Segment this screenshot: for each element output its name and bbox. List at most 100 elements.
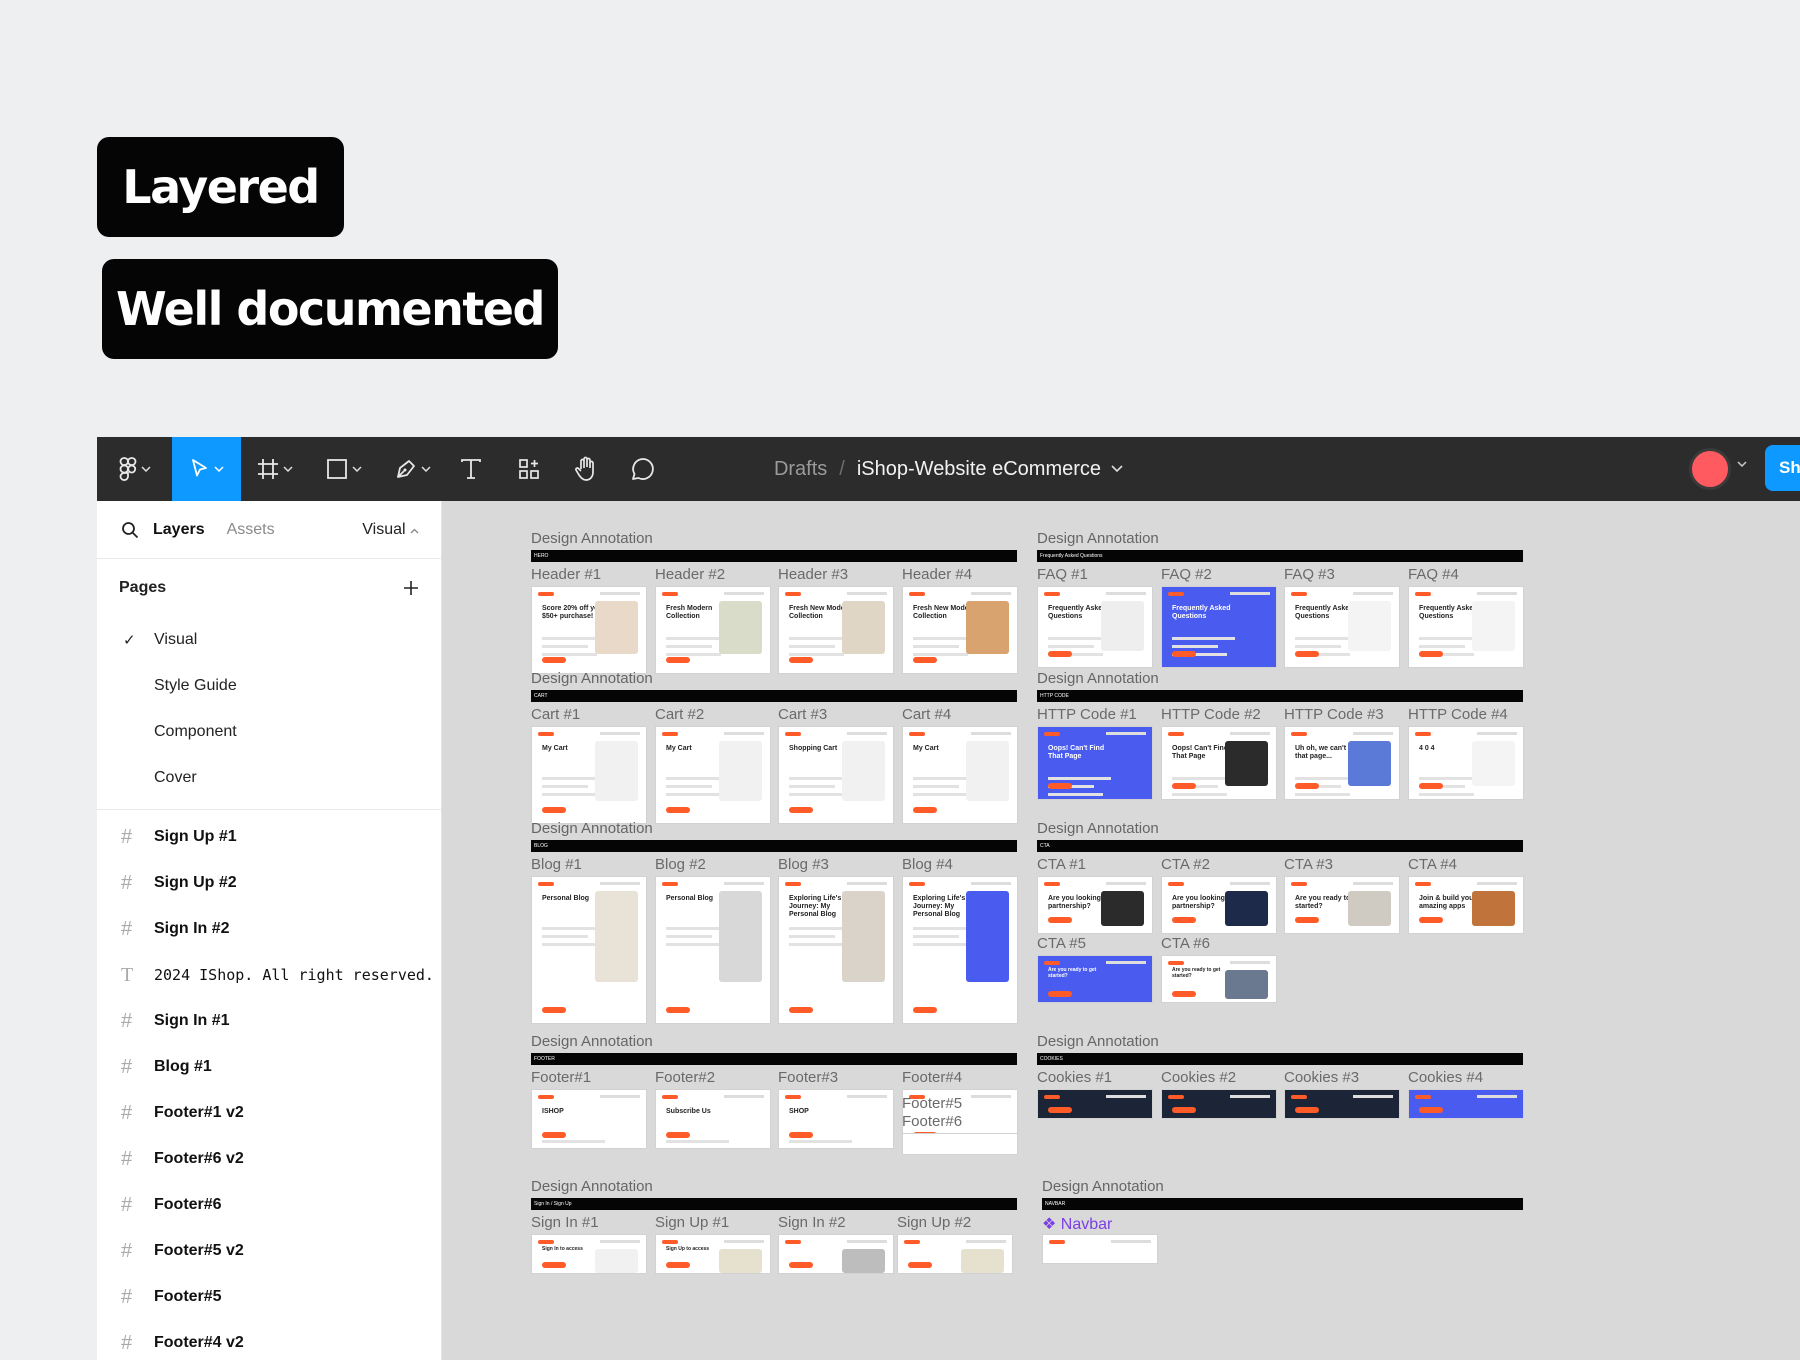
frame-hash-icon: # [121,1285,133,1308]
thumb-line [1048,645,1094,648]
text-tool-button[interactable] [447,437,495,501]
tab-layers[interactable]: Layers [153,521,205,539]
thumb-nav [724,882,764,885]
thumb-image [1347,601,1391,651]
text-layer-icon: T [121,963,134,986]
frame-thumbnail: Fresh Modern Collection [655,586,771,674]
page-item-style-guide[interactable]: Style Guide [97,663,441,709]
thumb-image [1471,891,1515,926]
search-icon[interactable] [121,521,139,539]
add-page-icon[interactable] [403,580,419,596]
breadcrumb-drafts[interactable]: Drafts [774,458,827,481]
avatar[interactable] [1689,448,1731,490]
thumb-button [1295,783,1319,789]
frame-label: Cart #2 [655,706,705,723]
components-grid-icon [519,459,539,479]
thumb-title: Oops! Can't Find That Page [1048,745,1105,761]
thumb-logo [909,882,925,886]
tab-assets[interactable]: Assets [227,521,275,539]
thumb-logo [909,732,925,736]
thumb-line [666,1140,729,1143]
page-item-visual[interactable]: ✓ Visual [97,617,441,663]
frame-label: CTA #4 [1408,856,1457,873]
thumb-logo [1044,592,1060,596]
file-name[interactable]: iShop-Website eCommerce [857,458,1101,481]
layer-item[interactable]: # Footer#5 [97,1274,441,1320]
layer-item-label: Footer#4 v2 [154,1334,244,1351]
section-bar: NAVBAR [1042,1198,1523,1210]
frame-thumbnail: Subscribe Us [655,1089,771,1149]
thumb-button [789,657,813,663]
thumb-button [1295,651,1319,657]
section-bar: HTTP CODE [1037,690,1523,702]
thumb-logo [1044,1095,1060,1099]
thumb-button [542,1007,566,1013]
thumb-button [1048,651,1072,657]
figma-menu-button[interactable] [97,437,172,501]
layer-item[interactable]: # Sign Up #1 [97,814,441,860]
navbar-section[interactable]: Design Annotation NAVBAR ❖ Navbar [1042,1178,1523,1360]
thumb-button [1295,1107,1319,1113]
hand-tool-button[interactable] [562,437,610,501]
thumb-line [1419,793,1474,796]
frame-label: HTTP Code #3 [1284,706,1384,723]
layers-list: # Sign Up #1 # Sign Up #2 # Sign In #2 T 2024 I… [97,814,441,1360]
frame-label: FAQ #1 [1037,566,1088,583]
chevron-down-icon[interactable] [1737,461,1747,467]
layer-item[interactable]: # Footer#4 v2 [97,1320,441,1360]
blog-section[interactable]: Design Annotation BLOG Blog #1 Personal Blo… [531,820,1018,1024]
current-page-selector[interactable]: Visual [362,521,419,539]
thumb-button [1419,651,1443,657]
pen-tool-button[interactable] [378,437,447,501]
layer-item[interactable]: # Sign In #2 [97,906,441,952]
layer-item[interactable]: # Footer#6 [97,1182,441,1228]
pen-nib-icon [396,460,415,478]
frame-hash-icon [258,459,278,479]
layer-item[interactable]: # Blog #1 [97,1044,441,1090]
page-item-cover[interactable]: Cover [97,755,441,801]
thumb-nav [1111,1240,1151,1243]
move-tool-button[interactable] [172,437,241,501]
cta-section[interactable]: Design Annotation CTA CTA #1 Are you lookin… [1037,820,1524,1010]
frame-label: Sign Up #2 [897,1214,972,1231]
frame-thumbnail [778,1234,894,1274]
thumb-line [1172,637,1235,640]
thumb-button [666,1132,690,1138]
thumb-line [542,943,597,946]
thumb-button [1419,917,1443,923]
layer-item[interactable]: # Sign Up #2 [97,860,441,906]
layer-item-label: 2024 IShop. All right reserved. [154,966,434,984]
thumb-nav [1106,882,1146,885]
thumb-button [1172,917,1196,923]
frame-label: HTTP Code #4 [1408,706,1508,723]
layer-item[interactable]: # Footer#5 v2 [97,1228,441,1274]
sign-section[interactable]: Design Annotation Sign In / Sign Up Sign I… [531,1178,1017,1360]
design-canvas[interactable]: Design Annotation HERO Header #1 Score 20% … [442,501,1800,1360]
frame-thumbnail: My Cart [531,726,647,824]
navbar-component-label[interactable]: ❖ Navbar [1042,1214,1112,1234]
frame-label: Cart #1 [531,706,581,723]
frame-tool-button[interactable] [241,437,309,501]
chevron-down-icon[interactable] [1111,465,1123,473]
comment-tool-button[interactable] [619,437,667,501]
thumb-button [542,1262,566,1268]
thumb-line [542,645,588,648]
layer-item[interactable]: T 2024 IShop. All right reserved. [97,952,441,998]
layer-item[interactable]: # Footer#1 v2 [97,1090,441,1136]
frame-thumbnail: 4 0 4 [1408,726,1524,800]
shape-tool-button[interactable] [309,437,378,501]
frame-thumbnail [1161,1089,1277,1119]
resources-tool-button[interactable] [505,437,553,501]
layer-item[interactable]: # Footer#6 v2 [97,1136,441,1182]
frame-hash-icon: # [121,1101,133,1124]
layer-item[interactable]: # Sign In #1 [97,998,441,1044]
thumb-nav [1106,961,1146,964]
thumb-image [1100,891,1144,926]
thumb-line [542,653,597,656]
frame-thumbnail: Score 20% off your $50+ purchase! [531,586,647,674]
share-button[interactable]: Sh [1765,445,1800,491]
frame-label: CTA #1 [1037,856,1086,873]
frame-thumbnail: Are you ready to get started? [1037,955,1153,1003]
frame-label: Cart #3 [778,706,828,723]
page-item-component[interactable]: Component [97,709,441,755]
